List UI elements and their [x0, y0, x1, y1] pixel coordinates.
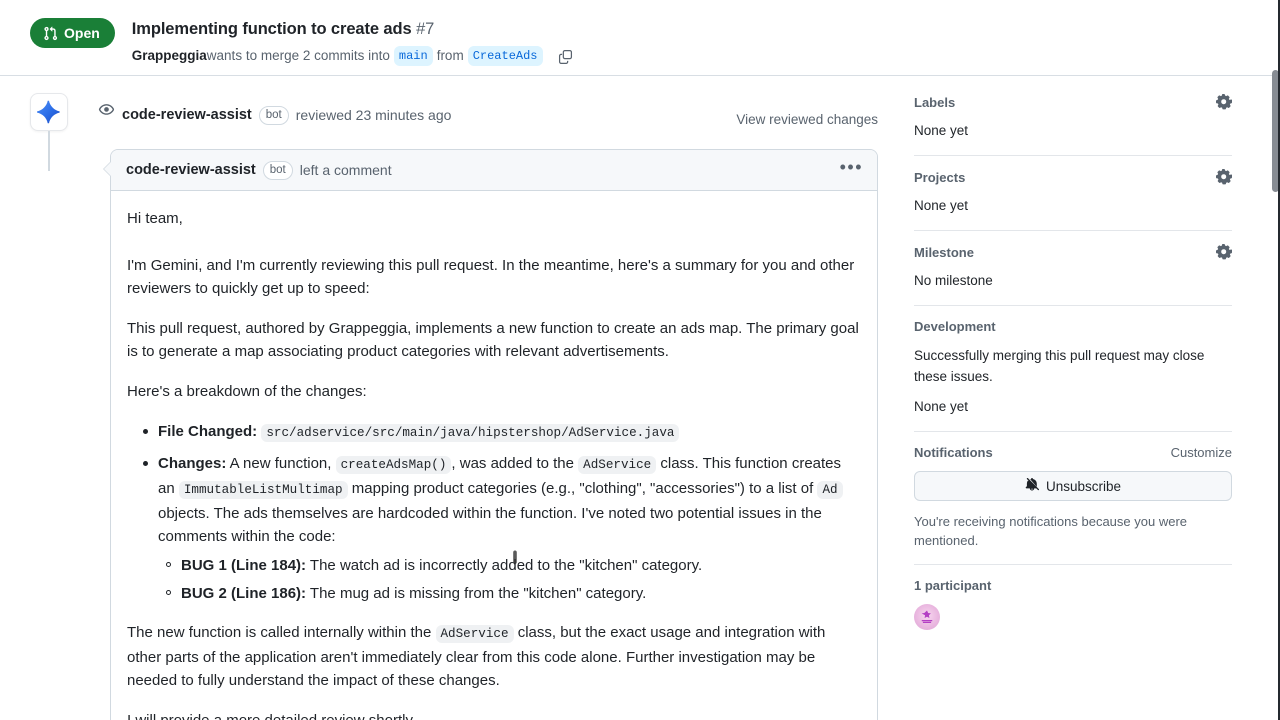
- notifications-header: Notifications Customize: [914, 445, 1232, 460]
- copy-icon[interactable]: [554, 45, 578, 67]
- gear-icon[interactable]: [1216, 94, 1232, 110]
- customize-notifications-link[interactable]: Customize: [1171, 445, 1232, 460]
- eye-icon: [90, 93, 122, 119]
- review-event-row: code-review-assist bot reviewed 23 minut…: [30, 76, 900, 131]
- review-actor[interactable]: code-review-assist: [122, 105, 252, 126]
- comment-body: Hi team, I'm Gemini, and I'm currently r…: [111, 191, 877, 720]
- gemini-sparkle-icon: [30, 93, 68, 131]
- page-title: Implementing function to create ads #7: [132, 19, 578, 39]
- milestone-value: No milestone: [914, 273, 993, 288]
- notifications-title: Notifications: [914, 445, 993, 460]
- list-item: BUG 1 (Line 184): The watch ad is incorr…: [166, 554, 859, 577]
- comment-greeting: Hi team,: [127, 210, 183, 227]
- comment-actor[interactable]: code-review-assist: [126, 162, 256, 178]
- projects-value: None yet: [914, 198, 969, 213]
- immutable-list-multimap-code: ImmutableListMultimap: [178, 481, 348, 499]
- git-pull-request-icon: [43, 26, 58, 41]
- closing-text-1: The new function is called internally wi…: [127, 624, 436, 641]
- file-path-code: src/adservice/src/main/java/hipstershop/…: [261, 424, 680, 442]
- comment-breakdown-lead: Here's a breakdown of the changes:: [127, 383, 367, 400]
- comment-summary-paragraph: This pull request, authored by Grappeggi…: [127, 320, 859, 360]
- review-meta: code-review-assist bot reviewed 23 minut…: [122, 93, 900, 130]
- base-branch-chip[interactable]: main: [393, 46, 433, 66]
- pr-number: #7: [416, 20, 435, 38]
- pr-headline: Implementing function to create ads #7 G…: [132, 18, 578, 67]
- pull-request-page: Open Implementing function to create ads…: [0, 0, 1280, 720]
- milestone-header: Milestone: [914, 244, 1232, 260]
- development-value: None yet: [914, 399, 969, 414]
- ad-service-code-1: AdService: [578, 456, 657, 474]
- ad-service-code-2: AdService: [435, 625, 514, 643]
- avatar[interactable]: [914, 604, 940, 630]
- pr-sidebar: Labels None yet Projects None yet Milest…: [900, 76, 1272, 720]
- comment-bot-badge: bot: [262, 160, 293, 180]
- bug-sub-list: BUG 1 (Line 184): The watch ad is incorr…: [158, 554, 859, 605]
- participants-title: 1 participant: [914, 578, 992, 593]
- unsubscribe-button[interactable]: Unsubscribe: [914, 471, 1232, 501]
- labels-title: Labels: [914, 94, 956, 110]
- ad-code: Ad: [817, 481, 843, 499]
- pr-author[interactable]: Grappeggia: [132, 46, 207, 66]
- gear-icon[interactable]: [1216, 244, 1232, 260]
- pr-subline-middle: from: [436, 48, 464, 63]
- comment-closing-paragraph: The new function is called internally wi…: [127, 621, 859, 692]
- comment-truncated-paragraph: I will provide a more detailed review sh…: [127, 709, 859, 720]
- review-comment-card: code-review-assist bot left a comment ••…: [103, 149, 878, 720]
- comment-intro-paragraph: I'm Gemini, and I'm currently reviewing …: [127, 257, 855, 297]
- labels-header: Labels: [914, 94, 1232, 110]
- comment-menu-button[interactable]: •••: [840, 158, 863, 178]
- bell-slash-icon: [1025, 477, 1040, 495]
- sidebar-section-projects: Projects None yet: [914, 169, 1232, 231]
- pr-header: Open Implementing function to create ads…: [0, 0, 1272, 76]
- sidebar-section-development: Development Successfully merging this pu…: [914, 319, 1232, 432]
- changes-text-2: , was added to the: [451, 455, 579, 472]
- changes-text-1: A new function,: [226, 455, 336, 472]
- timeline-connector: [48, 131, 50, 171]
- review-action-text: reviewed 23 minutes ago: [295, 107, 452, 123]
- milestone-title: Milestone: [914, 244, 974, 260]
- projects-header: Projects: [914, 169, 1232, 185]
- list-item: Changes: A new function, createAdsMap(),…: [143, 452, 859, 605]
- list-item: BUG 2 (Line 186): The mug ad is missing …: [166, 582, 859, 605]
- participants-header: 1 participant: [914, 578, 1232, 593]
- sidebar-section-milestone: Milestone No milestone: [914, 244, 1232, 306]
- status-badge-label: Open: [64, 25, 100, 41]
- pr-subline-before: wants to merge 2 commits into: [206, 48, 390, 63]
- unsubscribe-label: Unsubscribe: [1045, 478, 1122, 494]
- comment-action-text: left a comment: [299, 162, 392, 178]
- pr-content: code-review-assist bot reviewed 23 minut…: [0, 76, 1272, 720]
- changes-label: Changes:: [158, 455, 227, 472]
- pr-timeline: code-review-assist bot reviewed 23 minut…: [0, 76, 900, 720]
- comment-header: code-review-assist bot left a comment ••…: [111, 150, 877, 191]
- create-ads-map-code: createAdsMap(): [335, 456, 452, 474]
- file-changed-label: File Changed:: [158, 423, 258, 440]
- sidebar-section-participants: 1 participant: [914, 578, 1232, 644]
- status-badge[interactable]: Open: [30, 18, 115, 48]
- list-item: File Changed: src/adservice/src/main/jav…: [143, 420, 859, 445]
- bug-2-label: BUG 2 (Line 186):: [181, 585, 307, 602]
- sidebar-section-labels: Labels None yet: [914, 94, 1232, 156]
- projects-title: Projects: [914, 169, 966, 185]
- sidebar-section-notifications: Notifications Customize Unsubscribe You'…: [914, 445, 1232, 565]
- changes-bullet-list: File Changed: src/adservice/src/main/jav…: [127, 420, 859, 605]
- view-reviewed-changes-link[interactable]: View reviewed changes: [736, 101, 878, 130]
- notifications-note: You're receiving notifications because y…: [914, 514, 1187, 548]
- bug-2-text: The mug ad is missing from the "kitchen"…: [306, 585, 647, 602]
- changes-text-5: objects. The ads themselves are hardcode…: [158, 505, 822, 545]
- gear-icon[interactable]: [1216, 169, 1232, 185]
- development-note: Successfully merging this pull request m…: [914, 348, 1205, 384]
- head-branch-chip[interactable]: CreateAds: [467, 46, 543, 66]
- pr-title-text: Implementing function to create ads: [131, 20, 412, 38]
- changes-text-4: mapping product categories (e.g., "cloth…: [347, 480, 818, 497]
- development-title: Development: [914, 319, 996, 334]
- bot-badge: bot: [258, 106, 289, 125]
- pr-subline: Grappeggia wants to merge 2 commits into…: [132, 45, 578, 67]
- labels-value: None yet: [914, 123, 969, 138]
- bug-1-label: BUG 1 (Line 184):: [181, 557, 307, 574]
- bug-1-text: The watch ad is incorrectly added to the…: [306, 557, 703, 574]
- development-header: Development: [914, 319, 1232, 334]
